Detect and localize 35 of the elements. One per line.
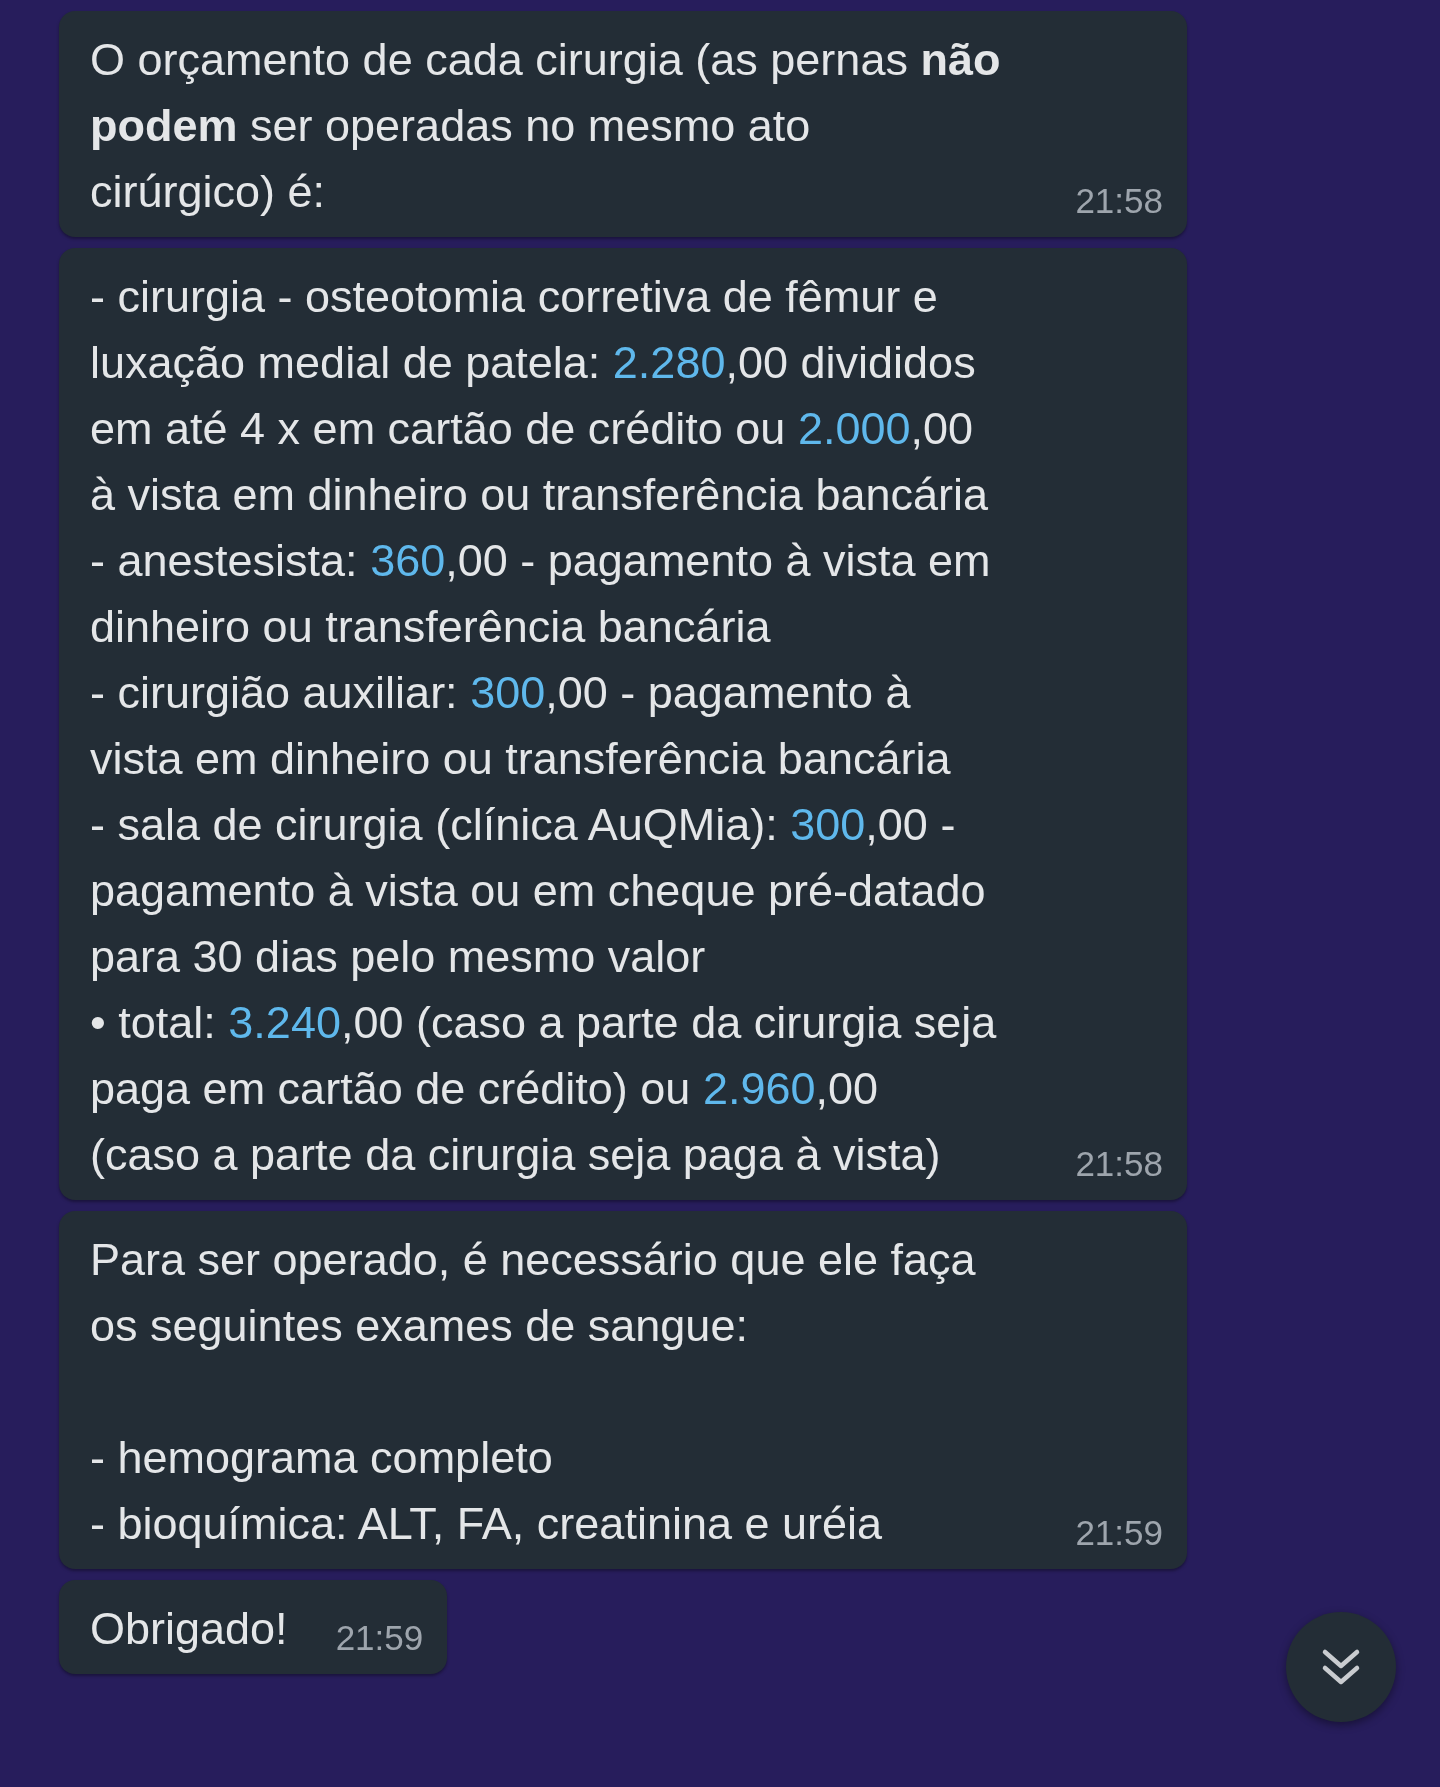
message-text: pagamento à vista ou em cheque pré-datado bbox=[90, 864, 987, 918]
message-text: - anestesista: 360,00 - pagamento à vista em bbox=[90, 534, 992, 588]
message-text: para 30 dias pelo mesmo valor bbox=[90, 930, 707, 984]
message-time: 21:59 bbox=[1075, 1513, 1163, 1554]
message-text: podem ser operadas no mesmo ato bbox=[90, 99, 812, 153]
message-text: - sala de cirurgia (clínica AuQMia): 300,00 - bbox=[90, 798, 957, 852]
message-time: 21:58 bbox=[1075, 181, 1163, 222]
message-text: • total: 3.240,00 (caso a parte da cirurgia seja bbox=[90, 996, 998, 1050]
number-link[interactable]: 2.000 bbox=[797, 403, 911, 454]
number-link[interactable]: 300 bbox=[790, 799, 866, 850]
message-text: dinheiro ou transferência bancária bbox=[90, 600, 772, 654]
number-link[interactable]: 360 bbox=[370, 535, 446, 586]
double-chevron-down-icon bbox=[1321, 1648, 1361, 1686]
message-text: O orçamento de cada cirurgia (as pernas não bbox=[90, 33, 1002, 87]
message-text: - bioquímica: ALT, FA, creatinina e uréia bbox=[90, 1497, 883, 1551]
message-text: - cirurgia - osteotomia corretiva de fêmur e bbox=[90, 270, 939, 324]
message-text: paga em cartão de crédito) ou 2.960,00 bbox=[90, 1062, 880, 1116]
number-link[interactable]: 3.240 bbox=[228, 997, 341, 1048]
message-text: Para ser operado, é necessário que ele faça bbox=[90, 1233, 977, 1287]
number-link[interactable]: 300 bbox=[470, 667, 546, 718]
message-text: - cirurgião auxiliar: 300,00 - pagamento à bbox=[90, 666, 912, 720]
number-link[interactable]: 2.280 bbox=[612, 337, 726, 388]
message-time: 21:59 bbox=[335, 1618, 424, 1659]
message-text: os seguintes exames de sangue: bbox=[90, 1299, 749, 1353]
message-text: (caso a parte da cirurgia seja paga à vista) bbox=[90, 1128, 941, 1182]
message-text: - hemograma completo bbox=[90, 1431, 554, 1485]
message-text: cirúrgico) é: bbox=[90, 165, 326, 219]
message-text: vista em dinheiro ou transferência bancária bbox=[90, 732, 952, 786]
message-text: em até 4 x em cartão de crédito ou 2.000,00 bbox=[90, 402, 975, 456]
message-text: Obrigado! bbox=[90, 1602, 288, 1656]
message-text: luxação medial de patela: 2.280,00 divididos bbox=[90, 336, 977, 390]
message-time: 21:58 bbox=[1075, 1144, 1163, 1185]
scroll-down-button[interactable] bbox=[1286, 1612, 1396, 1722]
number-link[interactable]: 2.960 bbox=[702, 1063, 816, 1114]
message-text: à vista em dinheiro ou transferência bancária bbox=[90, 468, 989, 522]
